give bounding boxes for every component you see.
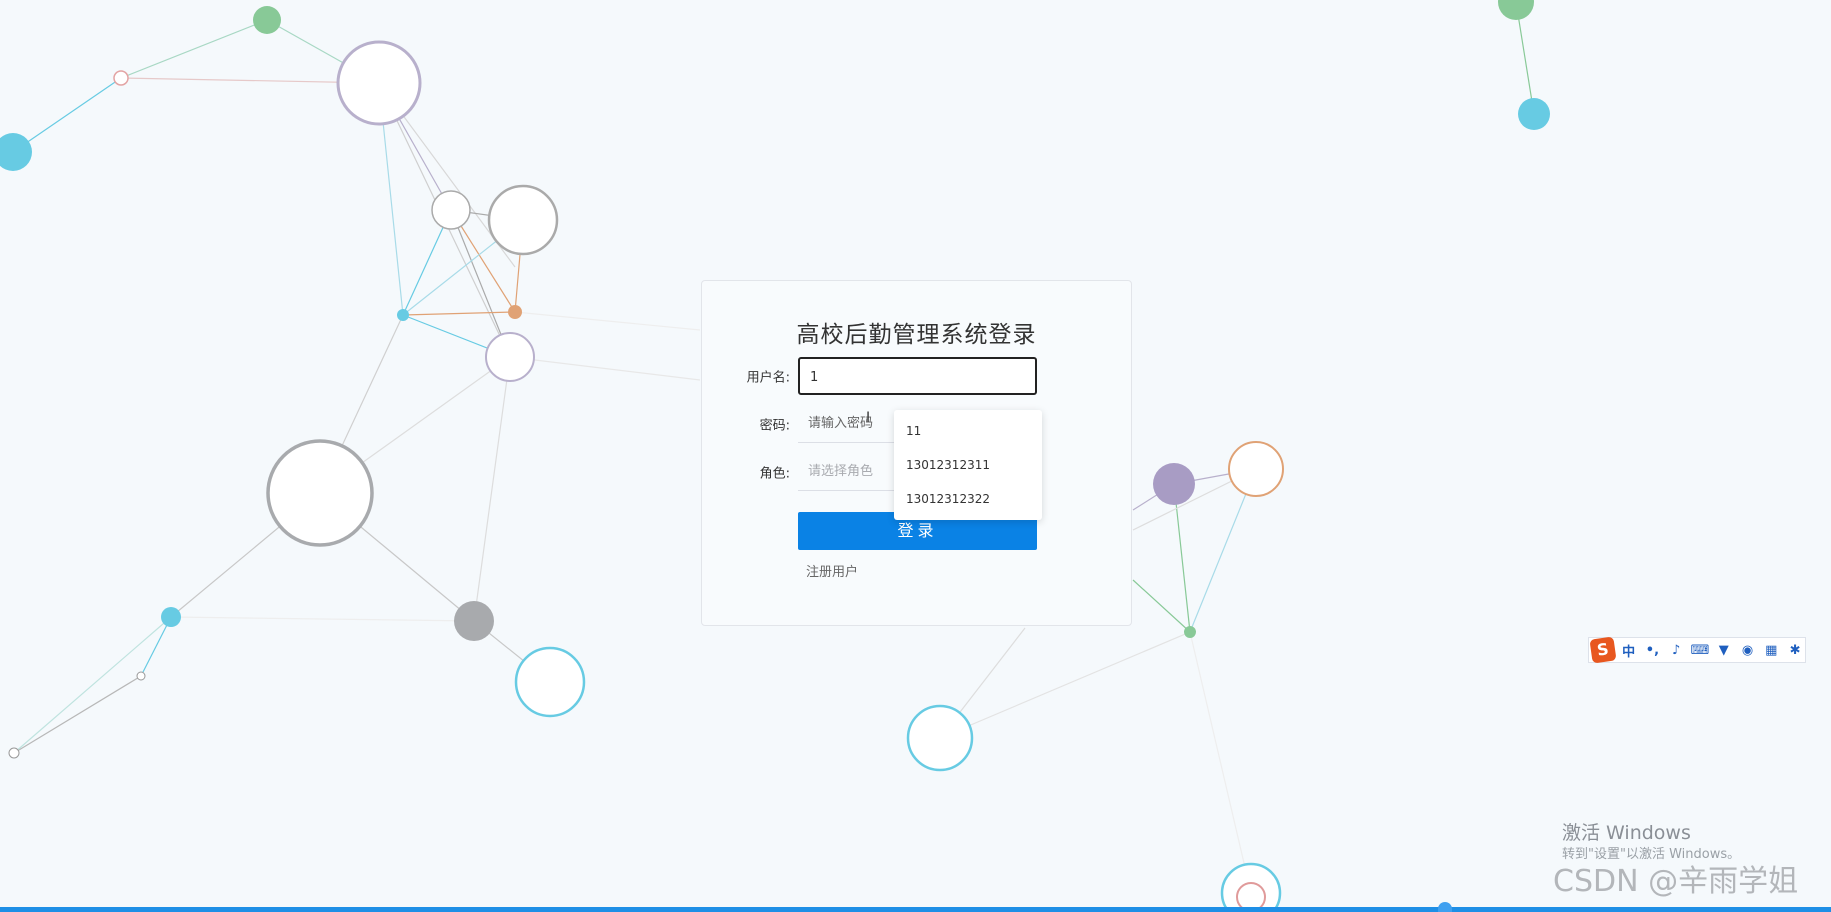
autocomplete-item[interactable]: 13012312322 <box>894 482 1042 516</box>
password-label: 密码: <box>759 418 790 434</box>
csdn-watermark: CSDN @辛雨学姐 <box>1553 864 1799 899</box>
keyboard-icon[interactable]: ⌨ <box>1690 643 1710 658</box>
login-title: 高校后勤管理系统登录 <box>796 322 1037 348</box>
bottom-indicator <box>1438 902 1452 912</box>
autocomplete-item[interactable]: 13012312311 <box>894 448 1042 482</box>
ime-toolbar: S 中 •, ♪ ⌨ ▼ ◉ ▦ ✱ <box>1588 636 1806 664</box>
apps-icon[interactable]: ▦ <box>1761 643 1781 658</box>
ime-mode-toggle[interactable]: 中 <box>1619 641 1639 660</box>
settings-icon[interactable]: ✱ <box>1785 643 1805 658</box>
text-cursor-icon: I <box>866 410 871 426</box>
username-label: 用户名: <box>746 370 790 386</box>
autocomplete-item[interactable]: 11 <box>894 414 1042 448</box>
game-icon[interactable]: ◉ <box>1738 643 1758 658</box>
autocomplete-dropdown: 11 13012312311 13012312322 <box>894 410 1042 520</box>
skin-icon[interactable]: ▼ <box>1714 643 1734 658</box>
username-input[interactable]: 1 <box>798 357 1037 395</box>
sogou-logo-icon[interactable]: S <box>1589 636 1617 664</box>
register-link[interactable]: 注册用户 <box>806 561 858 580</box>
punctuation-icon[interactable]: •, <box>1643 643 1663 658</box>
windows-activation-title: 激活 Windows <box>1562 822 1691 844</box>
bottom-bar <box>0 907 1831 912</box>
role-label: 角色: <box>759 466 790 482</box>
username-row: 用户名: 1 <box>702 356 1131 396</box>
microphone-icon[interactable]: ♪ <box>1666 643 1686 658</box>
